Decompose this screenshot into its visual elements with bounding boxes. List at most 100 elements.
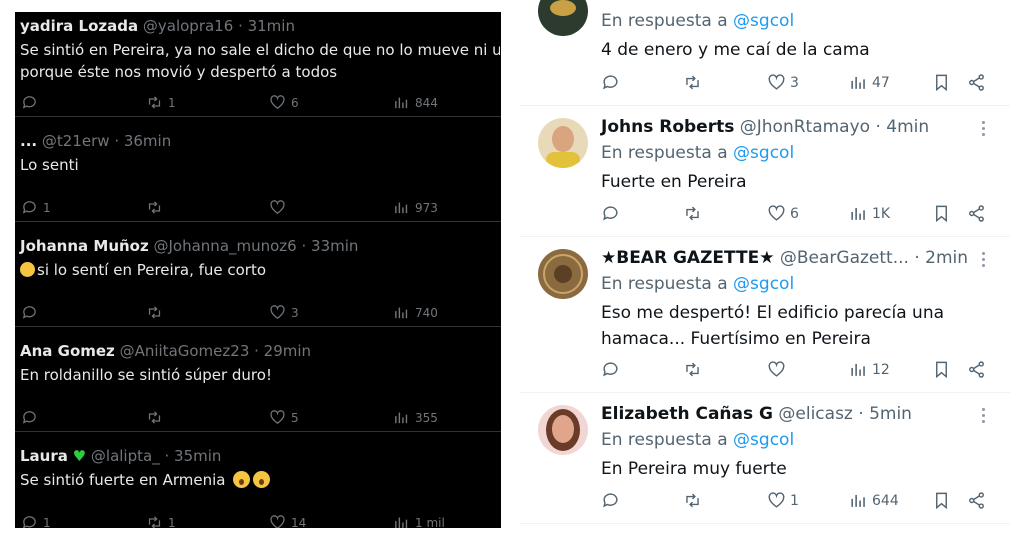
action-bar: 3 740 — [21, 304, 491, 324]
retweet-button[interactable] — [146, 304, 163, 321]
like-button[interactable] — [767, 360, 786, 379]
share-icon — [969, 205, 984, 222]
reply-context: En respuesta a @sgcol — [601, 430, 794, 450]
display-name[interactable]: ★BEAR GAZETTE★ — [601, 248, 774, 268]
bookmark-button[interactable] — [932, 73, 951, 92]
timestamp[interactable]: · 2min — [914, 248, 968, 268]
display-name[interactable]: Johns Roberts — [601, 117, 734, 137]
reply-button[interactable] — [21, 94, 38, 111]
avatar[interactable] — [538, 118, 588, 168]
display-name[interactable]: ... — [20, 132, 37, 150]
share-button[interactable] — [967, 360, 986, 379]
retweet-button[interactable] — [683, 204, 702, 223]
tweet[interactable]: Johns Roberts @JhonRtamayo · 4min En res… — [520, 106, 1010, 237]
share-button[interactable] — [967, 491, 986, 510]
views-button[interactable]: 644 — [849, 491, 899, 510]
retweet-button[interactable] — [683, 360, 702, 379]
tweet[interactable]: Ana Gomez @AniitaGomez23 · 29min En rold… — [15, 327, 501, 432]
display-name[interactable]: Ana Gomez — [20, 342, 115, 360]
handle[interactable]: @Johanna_munoz6 — [154, 237, 297, 255]
tweet-text-line: Se sintió fuerte en Armenia — [20, 471, 226, 489]
like-button[interactable]: 14 — [269, 514, 306, 528]
reply-mention-link[interactable]: @sgcol — [733, 11, 794, 31]
views-icon — [851, 207, 865, 220]
reply-button[interactable] — [601, 491, 620, 510]
share-button[interactable] — [967, 204, 986, 223]
tweet-text: En Pereira muy fuerte — [601, 459, 787, 479]
reply-button[interactable] — [21, 304, 38, 321]
reply-button[interactable]: 1 — [21, 199, 51, 216]
retweet-button[interactable]: 1 — [146, 514, 176, 528]
more-options-icon[interactable] — [982, 252, 985, 267]
handle[interactable]: @yalopra16 — [143, 17, 233, 35]
tweet-text-line: En roldanillo se sintió súper duro! — [20, 366, 272, 384]
retweet-icon — [148, 306, 161, 319]
bookmark-button[interactable] — [932, 204, 951, 223]
tweet[interactable]: ★BEAR GAZETTE★ @BearGazett... · 2min En … — [520, 237, 1010, 393]
tweet[interactable]: Elizabeth Cañas G @elicasz · 5min En res… — [520, 393, 1010, 524]
views-button[interactable]: 1 mil — [393, 514, 445, 528]
like-button[interactable]: 1 — [767, 491, 799, 510]
reply-button[interactable]: 1 — [21, 514, 51, 528]
reply-button[interactable] — [601, 360, 620, 379]
retweet-icon — [686, 493, 699, 508]
timestamp[interactable]: · 31min — [238, 17, 295, 35]
reply-button[interactable] — [601, 73, 620, 92]
timestamp[interactable]: · 33min — [302, 237, 359, 255]
like-button[interactable]: 5 — [269, 409, 299, 426]
like-button[interactable]: 6 — [269, 94, 299, 111]
timestamp[interactable]: · 35min — [164, 447, 221, 465]
reply-mention-link[interactable]: @sgcol — [733, 143, 794, 163]
bookmark-button[interactable] — [932, 360, 951, 379]
avatar[interactable] — [538, 405, 588, 455]
reply-mention-link[interactable]: @sgcol — [733, 274, 794, 294]
display-name[interactable]: yadira Lozada — [20, 17, 138, 35]
tweet[interactable]: En respuesta a @sgcol 4 de enero y me ca… — [520, 0, 1010, 106]
handle[interactable]: @t21erw — [42, 132, 110, 150]
share-button[interactable] — [967, 73, 986, 92]
like-button[interactable]: 3 — [767, 73, 799, 92]
tweet[interactable]: yadira Lozada @yalopra16 · 31min Se sint… — [15, 12, 501, 117]
views-button[interactable]: 355 — [393, 409, 438, 426]
handle[interactable]: @elicasz — [778, 404, 852, 424]
avatar[interactable] — [538, 0, 588, 36]
tweet-header: Ana Gomez @AniitaGomez23 · 29min — [20, 342, 311, 360]
views-button[interactable]: 1K — [849, 204, 890, 223]
display-name[interactable]: Elizabeth Cañas G — [601, 404, 773, 424]
display-name[interactable]: Laura — [20, 447, 68, 465]
more-options-icon[interactable] — [982, 408, 985, 423]
tweet[interactable]: Laura ♥ @lalipta_ · 35min Se sintió fuer… — [15, 432, 501, 528]
reply-mention-link[interactable]: @sgcol — [733, 430, 794, 450]
like-button[interactable]: 3 — [269, 304, 299, 321]
timestamp[interactable]: · 36min — [114, 132, 171, 150]
views-button[interactable]: 47 — [849, 73, 890, 92]
tweet[interactable]: Johanna Muñoz @Johanna_munoz6 · 33min si… — [15, 222, 501, 327]
retweet-button[interactable] — [146, 199, 163, 216]
views-button[interactable]: 844 — [393, 94, 438, 111]
views-button[interactable]: 973 — [393, 199, 438, 216]
retweet-button[interactable]: 1 — [146, 94, 176, 111]
timestamp[interactable]: · 5min — [858, 404, 912, 424]
retweet-button[interactable] — [683, 491, 702, 510]
timestamp[interactable]: · 4min — [875, 117, 929, 137]
reply-button[interactable] — [21, 409, 38, 426]
retweet-button[interactable] — [683, 73, 702, 92]
share-icon — [969, 361, 984, 378]
handle[interactable]: @AniitaGomez23 — [120, 342, 250, 360]
like-button[interactable] — [269, 199, 286, 216]
handle[interactable]: @BearGazett... — [780, 248, 909, 268]
reply-button[interactable] — [601, 204, 620, 223]
tweet[interactable]: ... @t21erw · 36min Lo senti 1 973 — [15, 117, 501, 222]
handle[interactable]: @lalipta_ — [91, 447, 160, 465]
handle[interactable]: @JhonRtamayo — [740, 117, 870, 137]
timestamp[interactable]: · 29min — [254, 342, 311, 360]
views-button[interactable]: 740 — [393, 304, 438, 321]
bookmark-button[interactable] — [932, 491, 951, 510]
avatar[interactable] — [538, 249, 588, 299]
display-name[interactable]: Johanna Muñoz — [20, 237, 149, 255]
like-button[interactable]: 6 — [767, 204, 799, 223]
retweet-button[interactable] — [146, 409, 163, 426]
more-options-icon[interactable] — [982, 121, 985, 136]
views-button[interactable]: 12 — [849, 360, 890, 379]
views-icon — [395, 97, 408, 109]
